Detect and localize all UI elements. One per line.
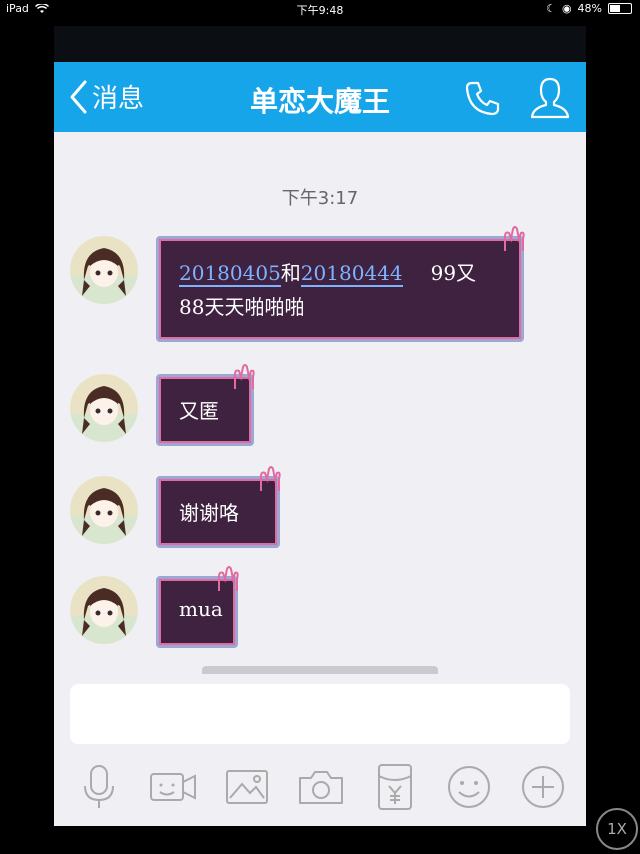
message-bubble[interactable]: 又匿 [156,364,255,446]
bubble-decoration-icon [504,226,525,251]
rotation-lock-icon: ◉ [561,2,572,15]
phone-screen: 消息 单恋大魔王 下午3:17 20180405和20180444 99又 88… [54,26,586,826]
ipad-status-bar: iPad 下午9:48 ☾ ◉ 48% [0,0,640,18]
message-text: 谢谢咯 [179,501,239,525]
avatar[interactable] [70,576,138,644]
red-packet-button[interactable] [370,762,420,812]
chat-toolbar [54,754,586,826]
message-text: mua [179,597,223,621]
scroll-indicator [202,666,438,674]
user-profile-icon[interactable] [530,76,570,120]
navigation-bar: 消息 单恋大魔王 [54,62,586,132]
date-link[interactable]: 20180444 [300,261,403,287]
phone-status-bar [54,26,586,62]
chat-timestamp: 下午3:17 [281,188,359,209]
image-icon [226,770,268,804]
video-call-icon [150,773,196,801]
battery-percent: 48% [577,2,602,15]
message-bubble[interactable]: 谢谢咯 [156,466,281,548]
bubble-decoration-icon [234,364,255,389]
avatar[interactable] [70,374,138,442]
message-text: 和 [280,261,301,285]
bubble-decoration-icon [218,566,239,591]
red-packet-icon [378,764,412,810]
moon-icon: ☾ [546,2,556,15]
message-bubble[interactable]: 20180405和20180444 99又 88天天啪啪啪 [156,226,525,342]
phone-call-icon[interactable] [464,79,502,117]
message-text: 88天天啪啪啪 [179,295,305,319]
avatar[interactable] [70,476,138,544]
message-bubble[interactable]: mua [156,566,239,648]
camera-button[interactable] [296,762,346,812]
date-link[interactable]: 20180405 [179,261,281,287]
avatar[interactable] [70,236,138,304]
emoji-icon [448,766,490,808]
video-call-button[interactable] [148,762,198,812]
more-button[interactable] [518,762,568,812]
message-text: 99又 [430,261,477,285]
message-text: 又匿 [179,399,219,423]
plus-icon [522,766,564,808]
zoom-toggle-button[interactable]: 1X [596,808,638,850]
microphone-icon [84,765,114,808]
voice-button[interactable] [74,762,124,812]
message-input[interactable] [70,684,570,744]
camera-icon [299,771,343,804]
chat-title: 单恋大魔王 [249,85,390,118]
image-button[interactable] [222,762,272,812]
status-time: 下午9:48 [296,4,344,17]
battery-icon [608,3,632,14]
bubble-decoration-icon [260,466,281,491]
emoji-button[interactable] [444,762,494,812]
